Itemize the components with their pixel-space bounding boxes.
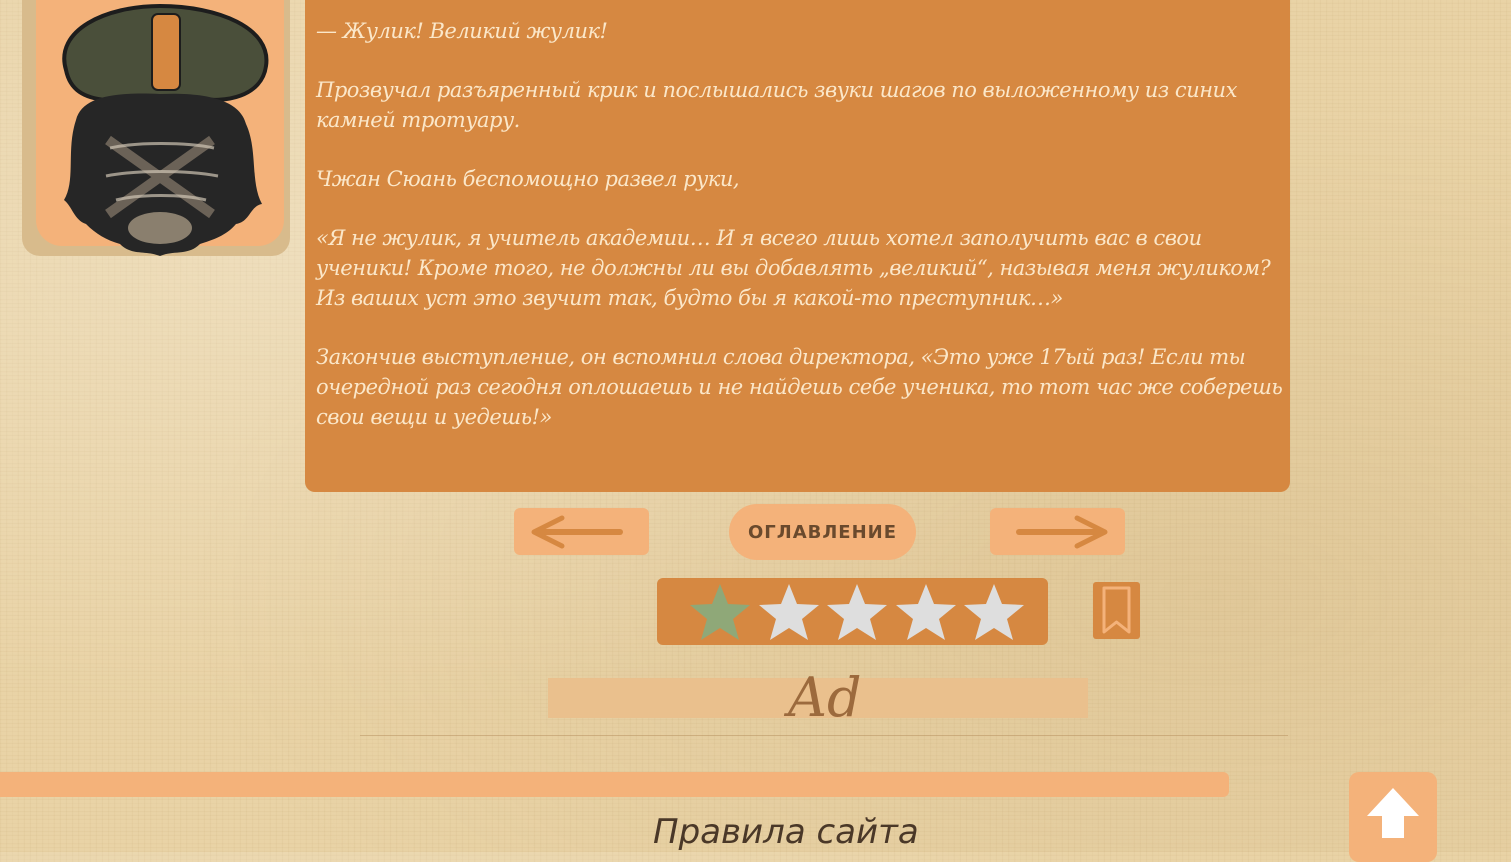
rating-star-icon[interactable] <box>962 582 1026 642</box>
scroll-to-top-button[interactable] <box>1349 772 1437 862</box>
arrow-left-icon <box>531 515 623 549</box>
chapter-text-panel: — Жулик! Великий жулик! Прозвучал разъяр… <box>305 0 1290 492</box>
ad-label: Ad <box>788 666 862 729</box>
chapter-paragraph: Закончив выступление, он вспомнил слова … <box>316 345 1283 429</box>
next-chapter-button[interactable] <box>990 508 1125 555</box>
footer-bar <box>0 772 1229 797</box>
chapter-paragraph: — Жулик! Великий жулик! <box>316 19 608 43</box>
table-of-contents-button[interactable]: ОГЛАВЛЕНИЕ <box>729 504 916 560</box>
chapter-paragraph: «Я не жулик, я учитель академии… И я все… <box>316 226 1271 310</box>
previous-chapter-button[interactable] <box>514 508 649 555</box>
chapter-rating <box>657 578 1048 645</box>
rating-star-icon[interactable] <box>688 582 752 642</box>
rating-star-icon[interactable] <box>825 582 889 642</box>
site-logo[interactable] <box>36 0 284 256</box>
bookmark-button[interactable] <box>1093 582 1140 639</box>
chapter-paragraph: Прозвучал разъяренный крик и послышались… <box>316 78 1237 132</box>
arrow-up-icon <box>1367 788 1419 838</box>
chapter-paragraph: Чжан Сюань беспомощно развел руки, <box>316 167 740 191</box>
rating-star-icon[interactable] <box>894 582 958 642</box>
logo-container <box>22 0 290 256</box>
arrow-right-icon <box>1016 515 1108 549</box>
bookmark-icon <box>1102 586 1131 634</box>
site-rules-link[interactable]: Правила сайта <box>653 810 919 854</box>
rating-star-icon[interactable] <box>757 582 821 642</box>
divider <box>360 735 1288 736</box>
bearded-character-logo-icon <box>62 3 269 256</box>
